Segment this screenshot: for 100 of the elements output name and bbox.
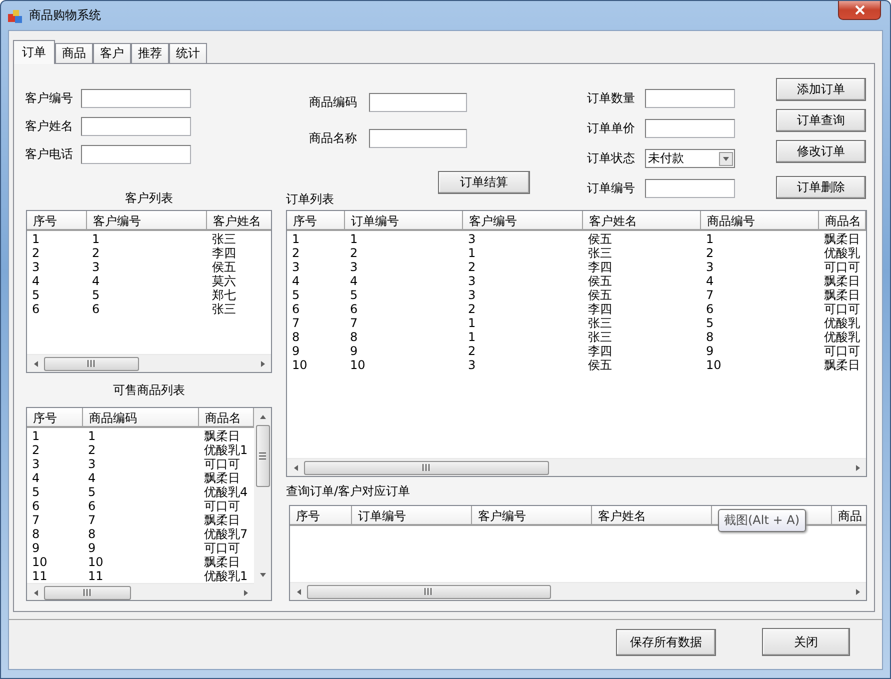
table-cell: 张三 bbox=[212, 302, 236, 316]
table-cell: 3 bbox=[468, 288, 476, 302]
column-header[interactable]: 订单编号 bbox=[351, 214, 399, 228]
table-cell: 2 bbox=[88, 443, 96, 457]
table-cell: 4 bbox=[350, 274, 358, 288]
tab[interactable]: 商品 bbox=[55, 43, 93, 63]
table-cell: 3 bbox=[92, 260, 100, 274]
column-header[interactable]: 商品名 bbox=[205, 411, 241, 425]
table-cell: 11 bbox=[88, 569, 104, 583]
window-title: 商品购物系统 bbox=[29, 7, 101, 24]
table-cell: 1 bbox=[292, 232, 300, 246]
column-header[interactable]: 客户编号 bbox=[478, 509, 526, 523]
tab[interactable]: 统计 bbox=[169, 43, 207, 63]
arrow-left-icon[interactable] bbox=[32, 588, 38, 596]
table-cell: 飘柔日 bbox=[824, 288, 860, 302]
table-cell: 9 bbox=[350, 344, 358, 358]
table-cell: 3 bbox=[292, 260, 300, 274]
close-button[interactable] bbox=[838, 1, 881, 20]
table-cell: 6 bbox=[92, 302, 100, 316]
tab[interactable]: 客户 bbox=[93, 43, 131, 63]
table-cell: 10 bbox=[32, 555, 48, 569]
horizontal-scrollbar[interactable] bbox=[27, 354, 271, 372]
table-cell: 飘柔日 bbox=[824, 358, 860, 372]
input-field[interactable] bbox=[369, 129, 467, 148]
table-cell: 10 bbox=[706, 358, 722, 372]
tab[interactable]: 订单 bbox=[13, 40, 55, 64]
table-cell: 7 bbox=[88, 513, 96, 527]
action-button[interactable]: 订单删除 bbox=[776, 176, 866, 199]
table-cell: 1 bbox=[350, 232, 358, 246]
table-cell: 7 bbox=[350, 316, 358, 330]
column-header[interactable]: 客户姓名 bbox=[598, 509, 646, 523]
column-header[interactable]: 客户编号 bbox=[93, 214, 141, 228]
column-header[interactable]: 序号 bbox=[293, 214, 317, 228]
arrow-down-icon[interactable] bbox=[258, 572, 266, 578]
table-cell: 2 bbox=[468, 344, 476, 358]
table-cell: 可口可 bbox=[204, 499, 240, 513]
table-cell: 8 bbox=[292, 330, 300, 344]
column-header[interactable]: 客户姓名 bbox=[589, 214, 637, 228]
table-cell: 郑七 bbox=[212, 288, 236, 302]
footer-button[interactable]: 关闭 bbox=[762, 628, 850, 656]
table-cell: 李四 bbox=[588, 302, 612, 316]
input-field[interactable] bbox=[81, 145, 191, 164]
input-field[interactable] bbox=[645, 179, 735, 198]
tab[interactable]: 推荐 bbox=[131, 43, 169, 63]
arrow-right-icon[interactable] bbox=[242, 588, 248, 596]
list-title: 订单列表 bbox=[286, 191, 334, 208]
arrow-up-icon[interactable] bbox=[258, 414, 266, 420]
arrow-right-icon[interactable] bbox=[260, 360, 266, 368]
field-label: 客户姓名 bbox=[25, 118, 73, 135]
arrow-left-icon[interactable] bbox=[32, 360, 38, 368]
arrow-left-icon[interactable] bbox=[296, 588, 302, 596]
column-header[interactable]: 序号 bbox=[33, 411, 57, 425]
table-cell: 4 bbox=[88, 471, 96, 485]
vertical-scrollbar[interactable] bbox=[254, 408, 271, 583]
input-field[interactable] bbox=[81, 89, 191, 108]
checkout-button[interactable]: 订单结算 bbox=[438, 171, 530, 194]
column-header[interactable]: 商品编码 bbox=[89, 411, 137, 425]
column-header[interactable]: 商品名 bbox=[825, 214, 861, 228]
arrow-left-icon[interactable] bbox=[292, 464, 298, 472]
footer-button[interactable]: 保存所有数据 bbox=[616, 629, 716, 656]
arrow-right-icon[interactable] bbox=[854, 464, 860, 472]
input-field[interactable] bbox=[645, 119, 735, 138]
column-header[interactable]: 订单编号 bbox=[358, 509, 406, 523]
table-cell: 6 bbox=[350, 302, 358, 316]
table-cell: 4 bbox=[706, 274, 714, 288]
table-cell: 8 bbox=[350, 330, 358, 344]
input-field[interactable] bbox=[81, 117, 191, 136]
table-cell: 李四 bbox=[588, 344, 612, 358]
table-cell: 10 bbox=[88, 555, 104, 569]
table-cell: 7 bbox=[706, 288, 714, 302]
table-cell: 飘柔日 bbox=[204, 429, 240, 443]
input-field[interactable] bbox=[369, 93, 467, 112]
horizontal-scrollbar[interactable] bbox=[27, 583, 254, 600]
column-header[interactable]: 序号 bbox=[296, 509, 320, 523]
table-cell: 6 bbox=[292, 302, 300, 316]
table-cell: 10 bbox=[292, 358, 308, 372]
action-button[interactable]: 订单查询 bbox=[776, 109, 866, 132]
table-cell: 5 bbox=[706, 316, 714, 330]
column-header[interactable]: 客户姓名 bbox=[213, 214, 261, 228]
arrow-right-icon[interactable] bbox=[854, 588, 860, 596]
table-cell: 6 bbox=[88, 499, 96, 513]
table-cell: 6 bbox=[32, 499, 40, 513]
action-button[interactable]: 修改订单 bbox=[776, 140, 866, 163]
column-header[interactable]: 商品 bbox=[838, 509, 862, 523]
action-button[interactable]: 添加订单 bbox=[776, 78, 866, 101]
input-field[interactable] bbox=[645, 89, 735, 108]
table-cell: 8 bbox=[32, 527, 40, 541]
table-cell: 8 bbox=[88, 527, 96, 541]
list-title: 可售商品列表 bbox=[113, 382, 185, 398]
column-header[interactable]: 客户编号 bbox=[469, 214, 517, 228]
status-dropdown[interactable]: 未付款 bbox=[645, 149, 735, 168]
horizontal-scrollbar[interactable] bbox=[290, 582, 866, 600]
field-label: 订单状态 bbox=[587, 150, 635, 167]
table-cell: 4 bbox=[32, 471, 40, 485]
table-cell: 7 bbox=[32, 513, 40, 527]
table-cell: 飘柔日 bbox=[824, 274, 860, 288]
column-header[interactable]: 商品编号 bbox=[707, 214, 755, 228]
table-cell: 3 bbox=[468, 274, 476, 288]
column-header[interactable]: 序号 bbox=[33, 214, 57, 228]
horizontal-scrollbar[interactable] bbox=[287, 458, 866, 476]
